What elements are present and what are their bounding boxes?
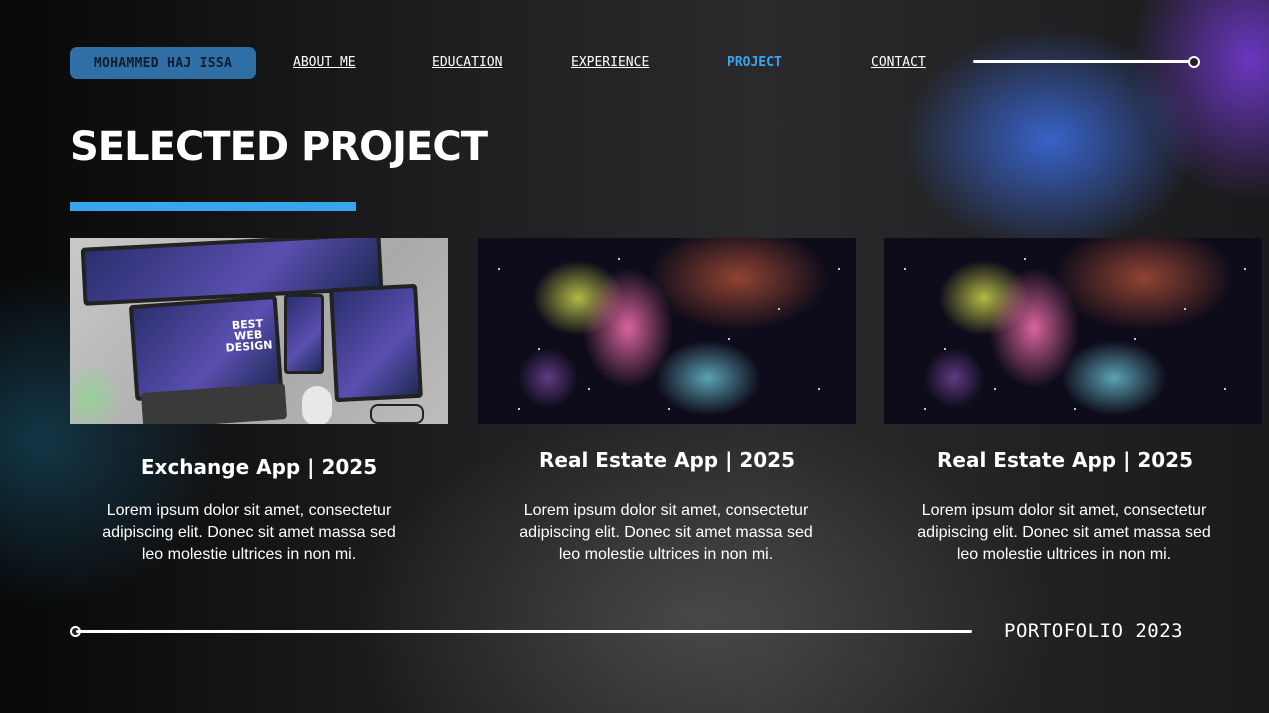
best-web-design-text: BEST WEB DESIGN [225,316,273,355]
nav-link-about-me[interactable]: ABOUT ME [293,55,356,70]
project-description: Lorem ipsum dolor sit amet, consectetur … [102,502,396,563]
footer-portfolio-label: PORTOFOLIO 2023 [1004,620,1184,642]
project-title: Exchange App | 2025 [140,455,378,479]
nav-link-project[interactable]: PROJECT [727,55,782,70]
footer-divider-line [76,630,972,633]
name-badge-button[interactable]: MOHAMMED HAJ ISSA [70,47,256,79]
tablet-device [329,283,423,403]
phone-device [284,294,324,374]
project-description: Lorem ipsum dolor sit amet, consectetur … [519,502,813,563]
project-title: Real Estate App | 2025 [539,448,795,472]
project-description: Lorem ipsum dolor sit amet, consectetur … [917,502,1211,563]
project-title: Real Estate App | 2025 [937,448,1193,472]
page-title: SELECTED PROJECT [70,124,488,170]
nav-link-contact[interactable]: CONTACT [871,55,926,70]
title-underline-bar [70,202,356,211]
glasses-object [370,404,424,424]
nav-link-experience[interactable]: EXPERIENCE [571,55,649,70]
project-image-web-design[interactable]: BEST WEB DESIGN [70,238,448,424]
nav-link-education[interactable]: EDUCATION [432,55,502,70]
project-image-galaxy[interactable] [884,238,1262,424]
nav-line-endpoint [1188,56,1200,68]
nav-divider-line [973,60,1189,63]
project-image-galaxy[interactable] [478,238,856,424]
mouse-device [302,386,332,424]
